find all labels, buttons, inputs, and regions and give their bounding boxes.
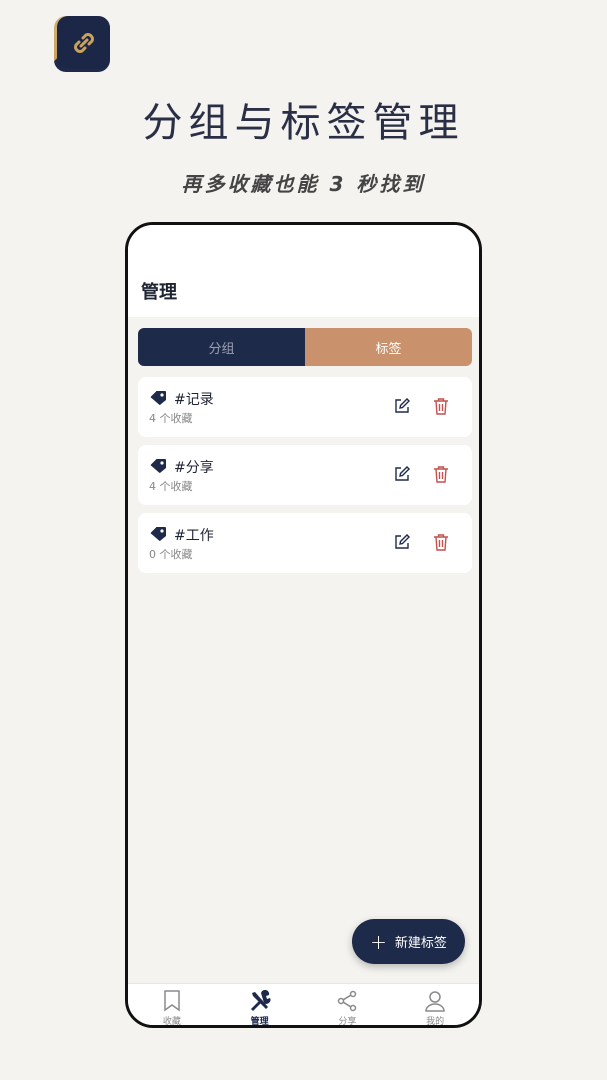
- tag-count: 4 个收藏: [149, 412, 193, 425]
- phone-frame: 管理 分组 标签 #记录 4 个收藏 #分享 4 个收藏 #工作 0 个收藏 +…: [125, 222, 482, 1028]
- bookmark-icon: [164, 990, 180, 1012]
- nav-label: 收藏: [162, 1017, 181, 1027]
- tag-count: 4 个收藏: [149, 480, 193, 493]
- tools-icon: [250, 990, 271, 1011]
- tag-card[interactable]: #分享 4 个收藏: [138, 445, 472, 505]
- bottom-nav: 收藏 管理 分享 我的: [128, 983, 479, 1027]
- delete-icon[interactable]: [433, 465, 449, 483]
- plus-icon: +: [370, 929, 387, 954]
- nav-item-profile[interactable]: 我的: [391, 984, 479, 1027]
- edit-icon[interactable]: [394, 534, 410, 550]
- nav-item-share[interactable]: 分享: [304, 984, 392, 1027]
- page-title: 管理: [141, 282, 177, 303]
- tag-name: #工作: [174, 528, 214, 544]
- edit-icon[interactable]: [394, 466, 410, 482]
- segment-groups[interactable]: 分组: [138, 328, 305, 366]
- new-tag-button[interactable]: + 新建标签: [352, 919, 465, 964]
- segment-tags[interactable]: 标签: [305, 328, 472, 366]
- promo-subline: 再多收藏也能 3 秒找到: [181, 172, 426, 196]
- tag-icon: [150, 391, 166, 405]
- tag-icon: [150, 527, 166, 541]
- segment-control: 分组 标签: [138, 328, 472, 366]
- app-header: 管理: [128, 225, 479, 317]
- delete-icon[interactable]: [433, 397, 449, 415]
- delete-icon[interactable]: [433, 533, 449, 551]
- nav-label: 管理: [250, 1017, 269, 1027]
- nav-label: 分享: [338, 1017, 357, 1027]
- tag-name: #记录: [174, 392, 214, 408]
- nav-item-favorites[interactable]: 收藏: [128, 984, 216, 1027]
- app-logo-icon: [54, 16, 110, 72]
- tag-card[interactable]: #记录 4 个收藏: [138, 377, 472, 437]
- link-icon: [73, 32, 94, 53]
- nav-label: 我的: [426, 1017, 445, 1027]
- tag-name: #分享: [174, 460, 214, 476]
- tag-count: 0 个收藏: [149, 548, 193, 561]
- user-icon: [425, 991, 445, 1012]
- nav-item-manage[interactable]: 管理: [216, 984, 304, 1027]
- share-icon: [338, 990, 357, 1012]
- tag-card[interactable]: #工作 0 个收藏: [138, 513, 472, 573]
- tag-icon: [150, 459, 166, 473]
- edit-icon[interactable]: [394, 398, 410, 414]
- promo-headline: 分组与标签管理: [142, 100, 465, 146]
- new-tag-label: 新建标签: [394, 936, 447, 951]
